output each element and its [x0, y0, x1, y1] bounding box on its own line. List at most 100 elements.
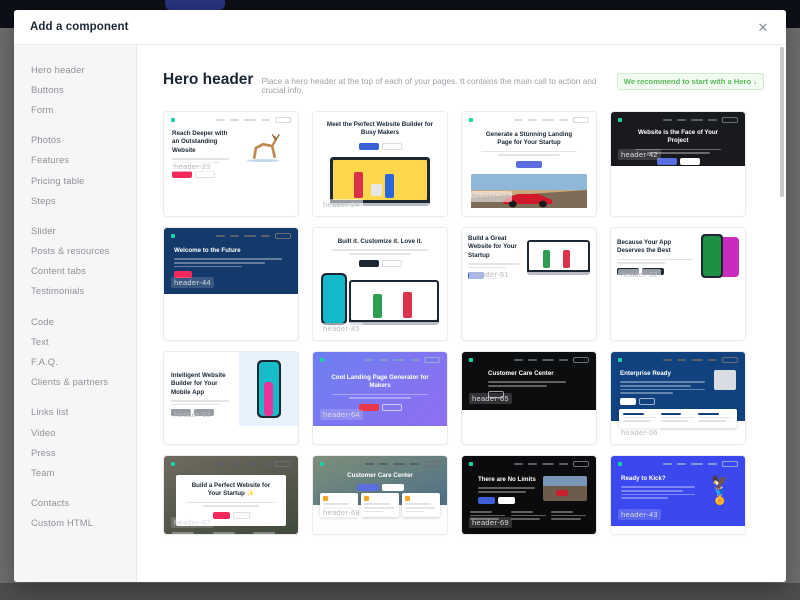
sidebar-item-steps[interactable]: Steps — [14, 190, 136, 210]
template-headline: Cool Landing Page Generator for Makers — [331, 374, 429, 390]
sidebar-item-team[interactable]: Team — [14, 462, 136, 482]
template-thumbnail: Welcome to the Future header-44 — [164, 228, 298, 294]
template-headline: Build a Perfect Website for Your Startup… — [191, 482, 271, 498]
template-thumbnail: Website is the Face of Your Project head… — [611, 112, 745, 166]
logo-icon — [171, 118, 175, 122]
template-card[interactable]: Build a Perfect Website for Your Startup… — [163, 455, 299, 535]
sidebar-item-code[interactable]: Code — [14, 311, 136, 331]
sidebar-group: Contacts Custom HTML — [14, 493, 136, 533]
template-card[interactable]: Welcome to the Future header-44 — [163, 227, 299, 341]
template-thumbnail: Build a Great Website for Your Startup h… — [462, 228, 596, 286]
template-card[interactable]: There are No Limits header-69 — [461, 455, 597, 535]
scrollbar-thumb[interactable] — [780, 47, 784, 197]
template-id: header-42 — [618, 149, 661, 160]
sidebar-item-testimonials[interactable]: Testimonials — [14, 281, 136, 301]
mini-navbar — [462, 352, 596, 368]
gallery-scrollbar[interactable] — [779, 47, 784, 467]
building-icon — [714, 370, 736, 390]
template-card[interactable]: Enterprise Ready header-66 — [610, 351, 746, 445]
close-icon[interactable]: ✕ — [754, 18, 772, 36]
template-card[interactable]: Customer Care Center header-68 — [312, 455, 448, 535]
video-thumbnail — [543, 476, 587, 501]
template-thumbnail: Build a Perfect Website for Your Startup… — [164, 456, 298, 534]
template-card[interactable]: Intelligent Website Builder for Your Mob… — [163, 351, 299, 445]
sidebar-item-buttons[interactable]: Buttons — [14, 79, 136, 99]
mini-cta-button — [275, 117, 291, 123]
template-thumbnail: Because Your App Deserves the Best heade… — [611, 228, 745, 286]
template-headline: Build a Great Website for Your Startup — [468, 234, 517, 259]
template-headline: Intelligent Website Builder for Your Mob… — [171, 372, 226, 396]
template-id: header-69 — [469, 517, 512, 528]
sidebar-item-photos[interactable]: Photos — [14, 130, 136, 150]
sidebar-item-pricing-table[interactable]: Pricing table — [14, 170, 136, 190]
sidebar-item-hero-header[interactable]: Hero header — [14, 59, 136, 79]
template-thumbnail: Cool Landing Page Generator for Makers h… — [313, 352, 447, 426]
component-gallery[interactable]: Hero header Place a hero header at the t… — [137, 45, 786, 582]
template-id: header-61 — [469, 269, 512, 280]
mini-navbar — [313, 352, 447, 368]
template-thumbnail: Meet the Perfect Website Builder for Bus… — [313, 112, 447, 216]
template-id: header-67 — [171, 517, 214, 528]
sidebar-item-press[interactable]: Press — [14, 442, 136, 462]
template-headline: Generate a Stunning Landing Page for You… — [485, 131, 573, 147]
section-description: Place a hero header at the top of each o… — [261, 77, 597, 95]
template-grid: Reach Deeper with an Outstanding Website — [163, 111, 764, 535]
template-card[interactable]: Because Your App Deserves the Best heade… — [610, 227, 746, 341]
template-headline: Meet the Perfect Website Builder for Bus… — [326, 121, 434, 137]
sidebar-item-features[interactable]: Features — [14, 150, 136, 170]
phone-mockup — [321, 272, 347, 325]
template-card[interactable]: Built it. Customize it. Love it. header-… — [312, 227, 448, 341]
sidebar-group: Code Text F.A.Q. Clients & partners — [14, 311, 136, 392]
template-thumbnail: Customer Care Center header-65 — [462, 352, 596, 410]
template-card[interactable]: Website is the Face of Your Project head… — [610, 111, 746, 217]
template-thumbnail: There are No Limits header-69 — [462, 456, 596, 534]
browser-tab-indicator — [165, 0, 225, 10]
sidebar-item-slider[interactable]: Slider — [14, 220, 136, 240]
template-id: header-23 — [171, 161, 214, 172]
template-card[interactable]: Reach Deeper with an Outstanding Website — [163, 111, 299, 217]
template-headline: Built it. Customize it. Love it. — [337, 238, 423, 245]
sidebar-item-form[interactable]: Form — [14, 99, 136, 119]
emoji-illustration: 🦅 🏅 — [711, 474, 729, 506]
add-component-modal: Add a component ✕ Hero header Buttons Fo… — [14, 10, 786, 582]
mini-navbar — [611, 112, 745, 128]
sidebar-item-links-list[interactable]: Links list — [14, 402, 136, 422]
desktop-background — [0, 583, 800, 600]
template-card[interactable]: Ready to Kick? 🦅 🏅 header-43 — [610, 455, 746, 535]
modal-title: Add a component — [30, 21, 129, 33]
sidebar-item-clients-partners[interactable]: Clients & partners — [14, 372, 136, 392]
template-thumbnail: Enterprise Ready header-66 — [611, 352, 745, 444]
mini-navbar — [164, 228, 298, 244]
template-id: header-44 — [171, 277, 214, 288]
template-headline: Customer Care Center — [347, 472, 413, 479]
sidebar-item-faq[interactable]: F.A.Q. — [14, 351, 136, 371]
template-card[interactable]: Customer Care Center header-65 — [461, 351, 597, 445]
category-sidebar[interactable]: Hero header Buttons Form Photos Features… — [14, 45, 137, 582]
template-id: header-65 — [469, 393, 512, 404]
sidebar-item-posts-resources[interactable]: Posts & resources — [14, 241, 136, 261]
template-id: header-64 — [320, 409, 363, 420]
sidebar-item-content-tabs[interactable]: Content tabs — [14, 261, 136, 281]
template-thumbnail: Customer Care Center header-68 — [313, 456, 447, 524]
sidebar-item-video[interactable]: Video — [14, 422, 136, 442]
template-thumbnail: Built it. Customize it. Love it. header-… — [313, 228, 447, 340]
sidebar-item-contacts[interactable]: Contacts — [14, 493, 136, 513]
template-id: header-62 — [618, 269, 661, 280]
screen: Add a component ✕ Hero header Buttons Fo… — [0, 0, 800, 600]
template-id: header-45 — [320, 323, 363, 334]
template-headline: Enterprise Ready — [620, 370, 671, 377]
mini-navbar — [164, 112, 298, 128]
phone-mockup — [701, 234, 739, 280]
template-headline: Customer Care Center — [488, 370, 554, 377]
template-card[interactable]: Cool Landing Page Generator for Makers h… — [312, 351, 448, 445]
recommendation-badge: We recommend to start with a Hero ↓ — [616, 73, 764, 90]
sidebar-group: Links list Video Press Team — [14, 402, 136, 483]
sidebar-item-text[interactable]: Text — [14, 331, 136, 351]
template-thumbnail: Ready to Kick? 🦅 🏅 header-43 — [611, 456, 745, 526]
sidebar-item-custom-html[interactable]: Custom HTML — [14, 513, 136, 533]
template-card[interactable]: Meet the Perfect Website Builder for Bus… — [312, 111, 448, 217]
template-card[interactable]: Build a Great Website for Your Startup h… — [461, 227, 597, 341]
template-card[interactable]: Generate a Stunning Landing Page for You… — [461, 111, 597, 217]
template-headline: Website is the Face of Your Project — [637, 129, 719, 145]
template-thumbnail: Reach Deeper with an Outstanding Website — [164, 112, 298, 178]
